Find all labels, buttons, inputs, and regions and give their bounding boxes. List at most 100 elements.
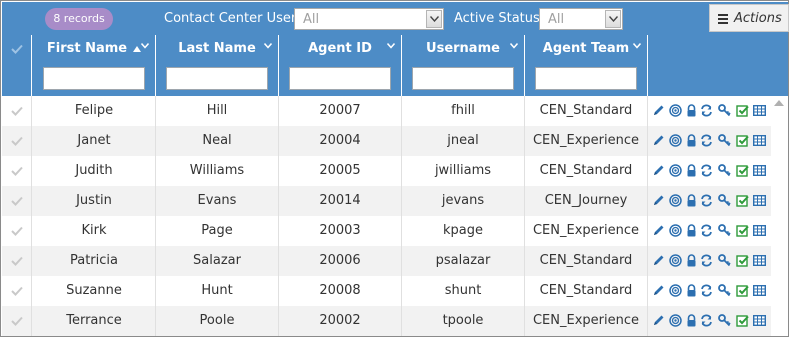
table-row[interactable]: Suzanne Hunt 20008 shunt CEN_Standard (2, 276, 788, 306)
column-header-agent-team[interactable]: Agent Team (525, 35, 648, 96)
lock-icon[interactable] (685, 224, 698, 237)
table-row[interactable]: Terrance Poole 20002 tpoole CEN_Experience (2, 306, 788, 336)
edit-icon[interactable] (652, 284, 665, 297)
target-icon[interactable] (669, 224, 682, 237)
table-row[interactable]: Justin Evans 20014 jevans CEN_Journey (2, 186, 788, 216)
checkmark-icon (11, 136, 23, 146)
target-icon[interactable] (669, 134, 682, 147)
agent-id-filter-input[interactable] (289, 67, 391, 90)
grid-icon[interactable] (752, 314, 767, 327)
vertical-scrollbar[interactable] (771, 96, 788, 336)
key-icon[interactable] (718, 194, 731, 207)
edit-icon[interactable] (652, 314, 665, 327)
chevron-down-icon[interactable] (387, 43, 395, 49)
edit-icon[interactable] (652, 254, 665, 267)
username-filter-input[interactable] (412, 67, 514, 90)
grid-icon[interactable] (752, 164, 767, 177)
checkbox-icon[interactable] (736, 284, 749, 297)
last-name-filter-input[interactable] (166, 67, 268, 90)
grid-icon[interactable] (752, 254, 767, 267)
key-icon[interactable] (718, 254, 731, 267)
target-icon[interactable] (669, 164, 682, 177)
column-header-last-name[interactable]: Last Name (156, 35, 279, 96)
grid-icon[interactable] (752, 134, 767, 147)
refresh-icon[interactable] (700, 134, 713, 147)
refresh-icon[interactable] (700, 194, 713, 207)
row-select-checkbox[interactable] (2, 276, 32, 306)
select-all-checkbox[interactable] (2, 35, 32, 96)
row-select-checkbox[interactable] (2, 246, 32, 276)
checkmark-icon (11, 316, 23, 326)
refresh-icon[interactable] (700, 104, 713, 117)
lock-icon[interactable] (685, 164, 698, 177)
active-status-select[interactable]: All (539, 8, 623, 30)
grid-icon[interactable] (752, 284, 767, 297)
lock-icon[interactable] (685, 314, 698, 327)
refresh-icon[interactable] (700, 284, 713, 297)
edit-icon[interactable] (652, 104, 665, 117)
row-actions (650, 246, 770, 276)
table-row[interactable]: Kirk Page 20003 kpage CEN_Experience (2, 216, 788, 246)
scroll-up-arrow-icon[interactable] (774, 100, 784, 106)
target-icon[interactable] (669, 254, 682, 267)
checkbox-icon[interactable] (736, 194, 749, 207)
key-icon[interactable] (718, 284, 731, 297)
checkbox-icon[interactable] (736, 164, 749, 177)
refresh-icon[interactable] (700, 224, 713, 237)
target-icon[interactable] (669, 194, 682, 207)
grid-icon[interactable] (752, 104, 767, 117)
table-row[interactable]: Felipe Hill 20007 fhill CEN_Standard (2, 96, 788, 126)
grid-icon[interactable] (752, 194, 767, 207)
edit-icon[interactable] (652, 224, 665, 237)
actions-menu-button[interactable]: Actions (709, 4, 789, 32)
chevron-down-icon[interactable] (510, 43, 518, 49)
chevron-down-icon[interactable] (605, 10, 621, 28)
checkmark-icon (11, 256, 23, 266)
edit-icon[interactable] (652, 134, 665, 147)
key-icon[interactable] (718, 134, 731, 147)
grid-icon[interactable] (752, 224, 767, 237)
key-icon[interactable] (718, 314, 731, 327)
column-header-agent-id[interactable]: Agent ID (279, 35, 402, 96)
target-icon[interactable] (669, 314, 682, 327)
row-select-checkbox[interactable] (2, 186, 32, 216)
key-icon[interactable] (718, 104, 731, 117)
checkbox-icon[interactable] (736, 314, 749, 327)
chevron-down-icon[interactable] (633, 43, 641, 49)
lock-icon[interactable] (685, 284, 698, 297)
checkbox-icon[interactable] (736, 134, 749, 147)
target-icon[interactable] (669, 284, 682, 297)
row-select-checkbox[interactable] (2, 216, 32, 246)
target-icon[interactable] (669, 104, 682, 117)
table-row[interactable]: Patricia Salazar 20006 psalazar CEN_Standard (2, 246, 788, 276)
row-select-checkbox[interactable] (2, 126, 32, 156)
row-select-checkbox[interactable] (2, 96, 32, 126)
first-name-filter-input[interactable] (43, 67, 145, 90)
refresh-icon[interactable] (700, 254, 713, 267)
edit-icon[interactable] (652, 164, 665, 177)
column-header-username[interactable]: Username (402, 35, 525, 96)
checkbox-icon[interactable] (736, 224, 749, 237)
checkbox-icon[interactable] (736, 254, 749, 267)
refresh-icon[interactable] (700, 164, 713, 177)
column-header-first-name[interactable]: First Name (33, 35, 156, 96)
agent-team-filter-input[interactable] (535, 67, 637, 90)
refresh-icon[interactable] (700, 314, 713, 327)
row-select-checkbox[interactable] (2, 156, 32, 186)
contact-center-user-select[interactable]: All (294, 8, 444, 30)
last-name-cell: Salazar (156, 246, 279, 276)
lock-icon[interactable] (685, 254, 698, 267)
table-row[interactable]: Janet Neal 20004 jneal CEN_Experience (2, 126, 788, 156)
chevron-down-icon[interactable] (141, 43, 149, 49)
chevron-down-icon[interactable] (426, 10, 442, 28)
key-icon[interactable] (718, 224, 731, 237)
lock-icon[interactable] (685, 194, 698, 207)
checkbox-icon[interactable] (736, 104, 749, 117)
table-row[interactable]: Judith Williams 20005 jwilliams CEN_Standard (2, 156, 788, 186)
chevron-down-icon[interactable] (264, 43, 272, 49)
lock-icon[interactable] (685, 134, 698, 147)
lock-icon[interactable] (685, 104, 698, 117)
row-select-checkbox[interactable] (2, 306, 32, 336)
edit-icon[interactable] (652, 194, 665, 207)
key-icon[interactable] (718, 164, 731, 177)
